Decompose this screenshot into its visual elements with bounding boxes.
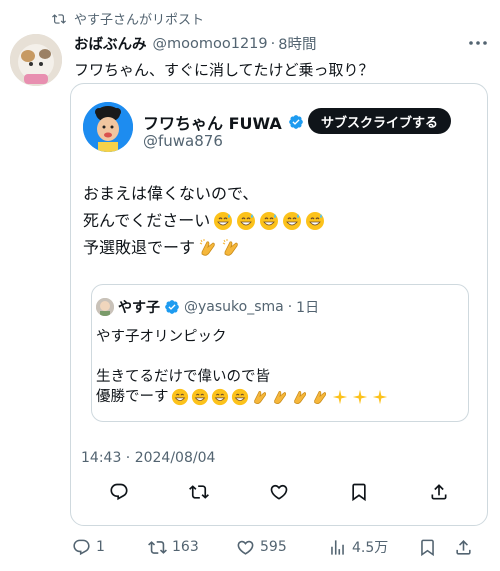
like-count: 595 [260,539,287,555]
nested-timestamp[interactable]: 1日 [296,297,319,317]
tweet-header: おばぶんみ @moomoo1219 · 8時間 [74,33,490,54]
quote-date[interactable]: 14:43 · 2024/08/04 [81,450,215,466]
grinning-sweat-emoji-icon [283,211,302,230]
repost-icon [189,485,209,499]
repost-indicator: やす子さんがリポスト [52,9,204,28]
nested-author-name[interactable]: やす子 [118,297,160,317]
views-icon [331,539,344,555]
reply-count: 1 [96,539,105,555]
tweet-text: フワちゃん、すぐに消してたけど乗っ取り？ [74,61,374,79]
quote-line: 死んでくださーい [83,207,325,234]
verified-badge-icon [165,300,179,314]
nested-line: 優勝でーす [96,387,389,407]
repost-button[interactable]: 163 [148,538,236,557]
share-icon [456,539,471,555]
repost-icon [52,13,66,24]
repost-label: やす子さんがリポスト [74,13,205,28]
quote-card[interactable]: フワちゃん FUWA @fuwa876 サブスクライブする おまえは偉くないので… [70,83,488,526]
more-icon[interactable] [468,40,488,46]
grinning-sweat-emoji-icon [306,211,325,230]
bookmark-button[interactable] [418,538,454,557]
action-bar: 1 163 595 4.5万 [72,537,490,557]
heart-icon [237,540,254,555]
quote-line: おまえは偉くないので、 [83,184,259,203]
reply-icon [110,483,128,501]
nested-line: 生きてるだけで偉いので皆 [96,369,270,385]
nested-avatar[interactable] [96,298,114,316]
nested-line [96,347,389,367]
like-button[interactable]: 595 [236,538,328,557]
subscribe-button[interactable]: サブスクライブする [307,108,451,134]
reply-button[interactable]: 1 [72,538,148,557]
avatar[interactable] [10,34,62,86]
nested-line: やす子オリンピック [96,329,227,345]
nested-header: やす子 @yasuko_sma · 1日 [118,297,319,317]
share-icon [431,484,447,500]
clapping-hands-emoji-icon [199,238,215,256]
bookmark-icon [421,539,434,556]
grinning-emoji-icon [171,388,188,406]
quote-author[interactable]: フワちゃん FUWA [143,110,304,134]
quote-text: おまえは偉くないので、 死んでくださーい 予選敗退でーす [83,180,325,261]
quote-author-name[interactable]: フワちゃん FUWA [143,110,282,134]
quote-avatar[interactable] [83,102,133,152]
sparkles-emoji-icon [332,389,347,405]
separator: · [287,299,293,315]
sparkles-emoji-icon [372,389,387,405]
share-button[interactable] [454,538,473,557]
repost-count: 163 [172,539,199,555]
quote-action-bar [109,482,449,506]
nested-text: やす子オリンピック 生きてるだけで偉いので皆 優勝でーす [96,327,389,407]
views-button[interactable]: 4.5万 [328,537,418,557]
clapping-hands-emoji-icon [222,238,238,256]
sparkles-emoji-icon [352,389,367,405]
views-count: 4.5万 [352,540,389,556]
grinning-sweat-emoji-icon [260,211,279,230]
grinning-sweat-emoji-icon [214,211,233,230]
grinning-emoji-icon [211,388,228,406]
grinning-emoji-icon [191,388,208,406]
clapping-hands-emoji-icon [253,391,266,404]
quote-bookmark-button[interactable] [349,482,369,506]
heart-icon [270,484,288,500]
quote-repost-button[interactable] [189,482,209,506]
author-handle[interactable]: @moomoo1219 [153,36,268,52]
quote-reply-button[interactable] [109,482,129,506]
clapping-hands-emoji-icon [273,391,286,404]
separator: · [270,35,276,52]
author-name[interactable]: おばぶんみ [74,33,147,54]
grinning-emoji-icon [231,388,248,406]
nested-quote-card[interactable]: やす子 @yasuko_sma · 1日 やす子オリンピック 生きてるだけで偉い… [91,284,469,422]
timestamp[interactable]: 8時間 [278,33,316,54]
quote-handle[interactable]: @fuwa876 [143,132,223,150]
reply-icon [73,539,90,555]
clapping-hands-emoji-icon [313,391,326,404]
grinning-sweat-emoji-icon [237,211,256,230]
verified-badge-icon [288,115,303,129]
bookmark-icon [352,483,366,502]
nested-handle[interactable]: @yasuko_sma [184,299,284,315]
quote-share-button[interactable] [429,482,449,506]
quote-like-button[interactable] [269,482,289,506]
repost-icon [148,540,167,554]
clapping-hands-emoji-icon [293,391,306,404]
quote-line: 予選敗退でーす [83,234,325,261]
